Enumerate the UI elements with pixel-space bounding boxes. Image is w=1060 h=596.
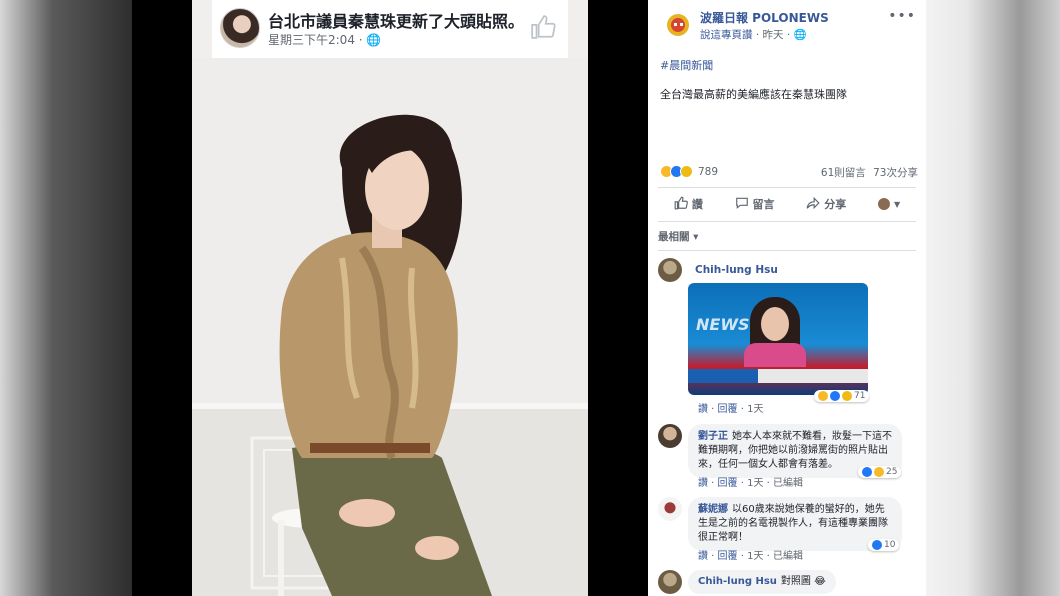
comment-like-link[interactable]: 讚: [698, 404, 708, 415]
commenter-avatar[interactable]: [658, 258, 682, 282]
comment-reply-link[interactable]: 回覆: [718, 478, 738, 489]
comment-reactions[interactable]: 25: [858, 466, 902, 478]
more-icon[interactable]: •••: [888, 8, 916, 24]
comment-like-link[interactable]: 讚: [698, 478, 708, 489]
comment-reactions[interactable]: 10: [868, 539, 900, 551]
post-text: 全台灣最高薪的美編應該在秦慧珠團隊: [660, 88, 847, 101]
wow-reaction-icon: [680, 165, 693, 178]
comment-time[interactable]: 1天: [747, 404, 763, 415]
haha-reaction-icon: [874, 467, 884, 477]
comment-reply-link[interactable]: 回覆: [718, 551, 738, 562]
comment-item: 劉子正 她本人本來就不難看，妝髮一下這不難預期啊，你把她以前潑婦罵街的照片貼出來，…: [658, 424, 916, 490]
comment-actions: 讚 · 回覆 · 1天 · 已編輯: [698, 551, 804, 562]
reaction-count: 789: [698, 165, 719, 178]
photo-viewer: 台北市議員秦慧珠更新了大頭貼照。 星期三下午2:04 · 🌐: [132, 0, 648, 596]
haha-reaction-icon: [818, 391, 828, 401]
post-panel: 波羅日報 POLONEWS 說這專頁讚 · 昨天 · 🌐 ••• #晨間新聞 全…: [648, 0, 926, 596]
photo-time[interactable]: 星期三下午2:04 ·: [268, 33, 366, 47]
divider: [658, 221, 916, 222]
comment-time[interactable]: 1天: [747, 551, 763, 562]
comment-button[interactable]: 留言: [735, 196, 775, 213]
like-label: 讚: [691, 198, 703, 211]
like-page-link[interactable]: 說這專頁讚: [700, 29, 753, 41]
anchor-face: [761, 307, 789, 341]
page-name[interactable]: 波羅日報 POLONEWS: [700, 9, 829, 26]
photo-timestamp: 星期三下午2:04 · 🌐: [268, 31, 381, 48]
reaction-summary[interactable]: 789: [660, 165, 718, 178]
comment-edited[interactable]: 已編輯: [773, 478, 803, 489]
photo-title[interactable]: 台北市議員秦慧珠更新了大頭貼照。: [268, 8, 524, 32]
hashtag-link[interactable]: #晨間新聞: [660, 57, 713, 73]
comment-reactions[interactable]: 71: [814, 390, 870, 402]
wow-reaction-icon: [842, 391, 852, 401]
thumbs-up-icon: [674, 196, 688, 213]
like-reaction-icon: [862, 467, 872, 477]
comment-author[interactable]: Chih-lung Hsu: [695, 264, 778, 276]
globe-icon: 🌐: [366, 33, 382, 47]
comment-icon: [735, 196, 749, 213]
comment-item: 蘇妮娜 以60歲來說她保養的蠻好的，她先生是之前的名電視製作人，有這種專業團隊很正…: [658, 497, 916, 563]
divider: [658, 250, 916, 251]
comment-like-link[interactable]: 讚: [698, 551, 708, 562]
comments-count[interactable]: 61則留言: [821, 167, 866, 179]
commenter-avatar[interactable]: [658, 424, 682, 448]
comment-reaction-count: 71: [854, 391, 866, 401]
comment-text: 對照圖 😂: [780, 576, 826, 587]
photo-card: 台北市議員秦慧珠更新了大頭貼照。 星期三下午2:04 · 🌐: [192, 0, 588, 596]
comment-bubble: Chih-lung Hsu 對照圖 😂: [688, 570, 836, 594]
post-time[interactable]: · 昨天 ·: [753, 29, 794, 41]
commenter-avatar[interactable]: [658, 497, 682, 521]
engagement-counts: 61則留言 73次分享: [821, 165, 918, 180]
photo-header: 台北市議員秦慧珠更新了大頭貼照。 星期三下午2:04 · 🌐: [212, 0, 568, 58]
comment-image[interactable]: NEWS: [688, 283, 868, 395]
share-label: 分享: [824, 198, 847, 211]
comment-reaction-count: 25: [886, 467, 898, 477]
divider: [658, 187, 916, 188]
comment-reply-link[interactable]: 回覆: [718, 404, 738, 415]
action-bar: 讚 留言 分享 ▼: [658, 192, 916, 216]
reaction-audience-button[interactable]: ▼: [877, 198, 901, 210]
share-icon: [806, 196, 820, 213]
news-logo-text: NEWS: [696, 315, 750, 334]
comment-item: Chih-lung Hsu 對照圖 😂: [658, 570, 916, 596]
comment-reaction-count: 10: [884, 540, 896, 550]
like-button[interactable]: 讚: [674, 196, 703, 213]
comment-sort-dropdown[interactable]: 最相關 ▾: [658, 229, 698, 244]
thumbs-up-icon[interactable]: [530, 14, 556, 40]
page-logo[interactable]: [662, 10, 694, 42]
user-avatar-icon: [877, 198, 890, 210]
commenter-avatar[interactable]: [658, 570, 682, 594]
anchor-clothes: [744, 343, 806, 367]
comment-edited[interactable]: 已編輯: [773, 551, 803, 562]
shares-count[interactable]: 73次分享: [873, 167, 918, 179]
backdrop-left: [0, 0, 132, 596]
like-reaction-icon: [872, 540, 882, 550]
share-button[interactable]: 分享: [806, 196, 846, 213]
caret-down-icon: ▼: [893, 199, 901, 209]
comment-label: 留言: [752, 198, 775, 211]
comment-actions: 讚 · 回覆 · 1天 · 已編輯: [698, 478, 804, 489]
news-ticker-highlight: [688, 369, 758, 383]
profile-photo: [192, 58, 588, 596]
backdrop-right: [926, 0, 1060, 596]
comment-author[interactable]: 劉子正: [698, 431, 728, 442]
comment-actions: 讚 · 回覆 · 1天: [698, 404, 764, 415]
profile-avatar[interactable]: [220, 8, 260, 48]
globe-icon: 🌐: [793, 29, 807, 41]
post-meta: 說這專頁讚 · 昨天 · 🌐: [700, 27, 807, 42]
comment-time[interactable]: 1天: [747, 478, 763, 489]
comment-author[interactable]: Chih-lung Hsu: [698, 576, 777, 587]
comment-author[interactable]: 蘇妮娜: [698, 504, 728, 515]
like-reaction-icon: [830, 391, 840, 401]
comment-item: Chih-lung Hsu NEWS 71 讚 · 回覆 · 1天: [658, 258, 916, 418]
